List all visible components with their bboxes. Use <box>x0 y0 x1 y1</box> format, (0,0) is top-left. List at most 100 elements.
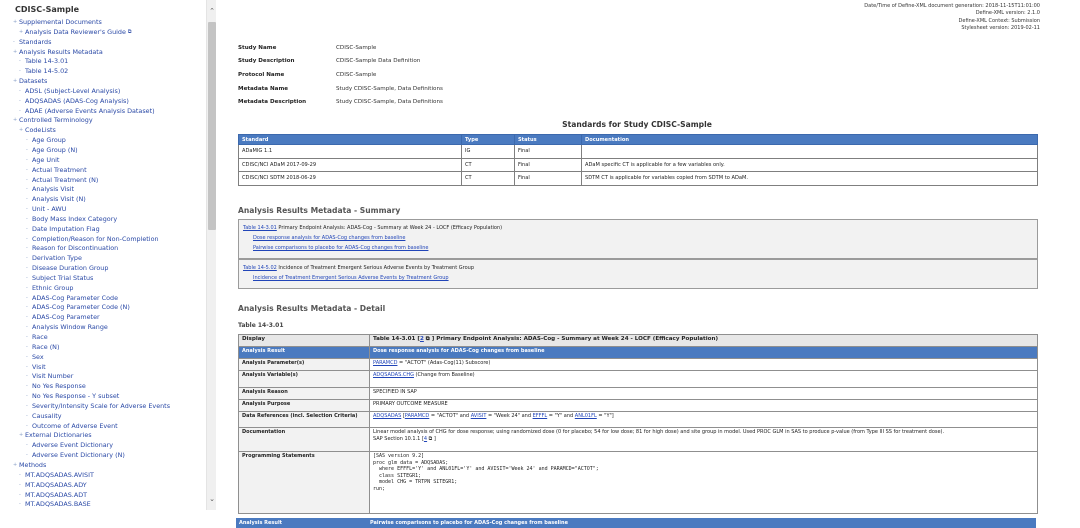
toc-item[interactable]: - ADAS-Cog Parameter Code <box>13 294 203 304</box>
toc-item[interactable]: + Analysis Results Metadata <box>13 48 203 58</box>
toc-item[interactable]: - Unit - AWU <box>13 205 203 215</box>
toc-item-label[interactable]: Actual Treatment <box>32 166 87 176</box>
toc-item-label[interactable]: Race (N) <box>32 343 59 353</box>
toc-item[interactable]: - Subject Trial Status <box>13 274 203 284</box>
paramcd-link[interactable]: PARAMCD <box>405 413 429 419</box>
paramcd-link[interactable]: PARAMCD <box>373 360 397 366</box>
toc-item[interactable]: - Race <box>13 333 203 343</box>
analysis-link[interactable]: Pairwise comparisons to placebo for ADAS… <box>253 245 428 251</box>
toc-item-label[interactable]: ADAS-Cog Parameter Code <box>32 294 118 304</box>
table-link[interactable]: Table 14-5.02 <box>243 265 277 271</box>
toc-item-label[interactable]: Subject Trial Status <box>32 274 93 284</box>
toc-item-label[interactable]: Completion/Reason for Non-Completion <box>32 235 159 245</box>
toc-item-label[interactable]: MT.ADQSADAS.ADT <box>25 491 87 501</box>
toc-item-label[interactable]: Table 14-5.02 <box>25 67 68 77</box>
toc-item[interactable]: + External Dictionaries <box>13 431 203 441</box>
toc-item[interactable]: - Completion/Reason for Non-Completion <box>13 235 203 245</box>
toc-item[interactable]: - Age Group (N) <box>13 146 203 156</box>
toc-item[interactable]: - MT.ADQSADAS.AVISIT <box>13 471 203 481</box>
toc-item-label[interactable]: Severity/Intensity Scale for Adverse Eve… <box>32 402 170 412</box>
toc-item-label[interactable]: Ethnic Group <box>32 284 73 294</box>
toc-item[interactable]: - Visit <box>13 363 203 373</box>
analysis-link[interactable]: Incidence of Treatment Emergent Serious … <box>253 275 449 281</box>
toc-item[interactable]: - Derivation Type <box>13 254 203 264</box>
toc-item-label[interactable]: Analysis Visit (N) <box>32 195 86 205</box>
toc-item[interactable]: - Reason for Discontinuation <box>13 244 203 254</box>
toc-item[interactable]: - Visit Number <box>13 372 203 382</box>
toc-item[interactable]: - MT.ADQSADAS.BASE <box>13 500 203 510</box>
toc-item-label[interactable]: Analysis Results Metadata <box>19 48 103 58</box>
toc-item[interactable]: - Age Group <box>13 136 203 146</box>
toc-item[interactable]: - MT.ADQSADAS.ADT <box>13 491 203 501</box>
toc-item[interactable]: - Severity/Intensity Scale for Adverse Ev… <box>13 402 203 412</box>
toc-item-label[interactable]: MT.ADQSADAS.AVISIT <box>25 471 94 481</box>
toc-item[interactable]: - Ethnic Group <box>13 284 203 294</box>
toc-item[interactable]: - No Yes Response - Y subset <box>13 392 203 402</box>
toc-item[interactable]: + Supplemental Documents <box>13 18 203 28</box>
toc-item-label[interactable]: ADAS-Cog Parameter <box>32 313 100 323</box>
toc-item[interactable]: + Datasets <box>13 77 203 87</box>
table-link[interactable]: Table 14-3.01 <box>243 225 277 231</box>
toc-item-label[interactable]: Age Unit <box>32 156 59 166</box>
toc-item[interactable]: - No Yes Response <box>13 382 203 392</box>
sidebar-scrollbar[interactable]: ⌃ ⌄ <box>206 0 216 510</box>
toc-item-label[interactable]: Table 14-3.01 <box>25 57 68 67</box>
scroll-up-icon[interactable]: ⌃ <box>208 6 216 16</box>
toc-item-label[interactable]: Sex <box>32 353 44 363</box>
toc-item[interactable]: + Analysis Data Reviewer's Guide ⧉ <box>13 28 203 38</box>
toc-item-label[interactable]: No Yes Response <box>32 382 86 392</box>
toc-item[interactable]: - ADAE (Adverse Events Analysis Dataset) <box>13 107 203 117</box>
toc-item[interactable]: - Age Unit <box>13 156 203 166</box>
toc-item-label[interactable]: Age Group (N) <box>32 146 78 156</box>
toc-item[interactable]: - Analysis Visit (N) <box>13 195 203 205</box>
toc-item-label[interactable]: Derivation Type <box>32 254 82 264</box>
toc-item[interactable]: + Controlled Terminology <box>13 116 203 126</box>
toc-item[interactable]: - Standards <box>13 38 203 48</box>
toc-item-label[interactable]: Analysis Data Reviewer's Guide <box>25 28 126 38</box>
toc-item-label[interactable]: Visit <box>32 363 46 373</box>
toc-item[interactable]: - ADAS-Cog Parameter Code (N) <box>13 303 203 313</box>
toc-item-label[interactable]: CodeLists <box>25 126 56 136</box>
toc-item-label[interactable]: Adverse Event Dictionary <box>32 441 113 451</box>
toc-item[interactable]: - Table 14-3.01 <box>13 57 203 67</box>
toc-item[interactable]: - Date Imputation Flag <box>13 225 203 235</box>
toc-item[interactable]: - ADSL (Subject-Level Analysis) <box>13 87 203 97</box>
analysis-link[interactable]: Dose response analysis for ADAS-Cog chan… <box>253 235 405 241</box>
toc-item-label[interactable]: Analysis Visit <box>32 185 74 195</box>
toc-item[interactable]: - Disease Duration Group <box>13 264 203 274</box>
toc-item[interactable]: - ADAS-Cog Parameter <box>13 313 203 323</box>
toc-item-label[interactable]: Supplemental Documents <box>19 18 102 28</box>
toc-item-label[interactable]: MT.ADQSADAS.BASE <box>25 500 91 510</box>
toc-item-label[interactable]: ADAS-Cog Parameter Code (N) <box>32 303 130 313</box>
toc-item-label[interactable]: Unit - AWU <box>32 205 66 215</box>
toc-item-label[interactable]: No Yes Response - Y subset <box>32 392 119 402</box>
toc-item[interactable]: - Race (N) <box>13 343 203 353</box>
toc-item-label[interactable]: MT.ADQSADAS.ADY <box>25 481 87 491</box>
toc-item-label[interactable]: External Dictionaries <box>25 431 92 441</box>
toc-item-label[interactable]: ADSL (Subject-Level Analysis) <box>25 87 120 97</box>
toc-item[interactable]: - Analysis Visit <box>13 185 203 195</box>
toc-item-label[interactable]: Body Mass Index Category <box>32 215 117 225</box>
scrollbar-thumb[interactable] <box>208 22 216 230</box>
toc-item-label[interactable]: Race <box>32 333 48 343</box>
toc-item-label[interactable]: Analysis Window Range <box>32 323 108 333</box>
dataset-link[interactable]: ADQSADAS <box>373 413 401 419</box>
toc-item[interactable]: - Outcome of Adverse Event <box>13 422 203 432</box>
toc-item-label[interactable]: ADQSADAS (ADAS-Cog Analysis) <box>25 97 129 107</box>
toc-item[interactable]: - Adverse Event Dictionary <box>13 441 203 451</box>
toc-item[interactable]: - Adverse Event Dictionary (N) <box>13 451 203 461</box>
toc-item[interactable]: - Table 14-5.02 <box>13 67 203 77</box>
toc-item-label[interactable]: ADAE (Adverse Events Analysis Dataset) <box>25 107 155 117</box>
toc-item[interactable]: - MT.ADQSADAS.ADY <box>13 481 203 491</box>
toc-item[interactable]: + CodeLists <box>13 126 203 136</box>
toc-item-label[interactable]: Outcome of Adverse Event <box>32 422 118 432</box>
toc-item[interactable]: - Actual Treatment <box>13 166 203 176</box>
toc-item-label[interactable]: Standards <box>19 38 51 48</box>
toc-item-label[interactable]: Causality <box>32 412 62 422</box>
toc-item-label[interactable]: Age Group <box>32 136 66 146</box>
toc-item-label[interactable]: Visit Number <box>32 372 73 382</box>
toc-item-label[interactable]: Controlled Terminology <box>19 116 93 126</box>
toc-item[interactable]: - Causality <box>13 412 203 422</box>
toc-item-label[interactable]: Disease Duration Group <box>32 264 108 274</box>
efffl-link[interactable]: EFFFL <box>533 413 548 419</box>
